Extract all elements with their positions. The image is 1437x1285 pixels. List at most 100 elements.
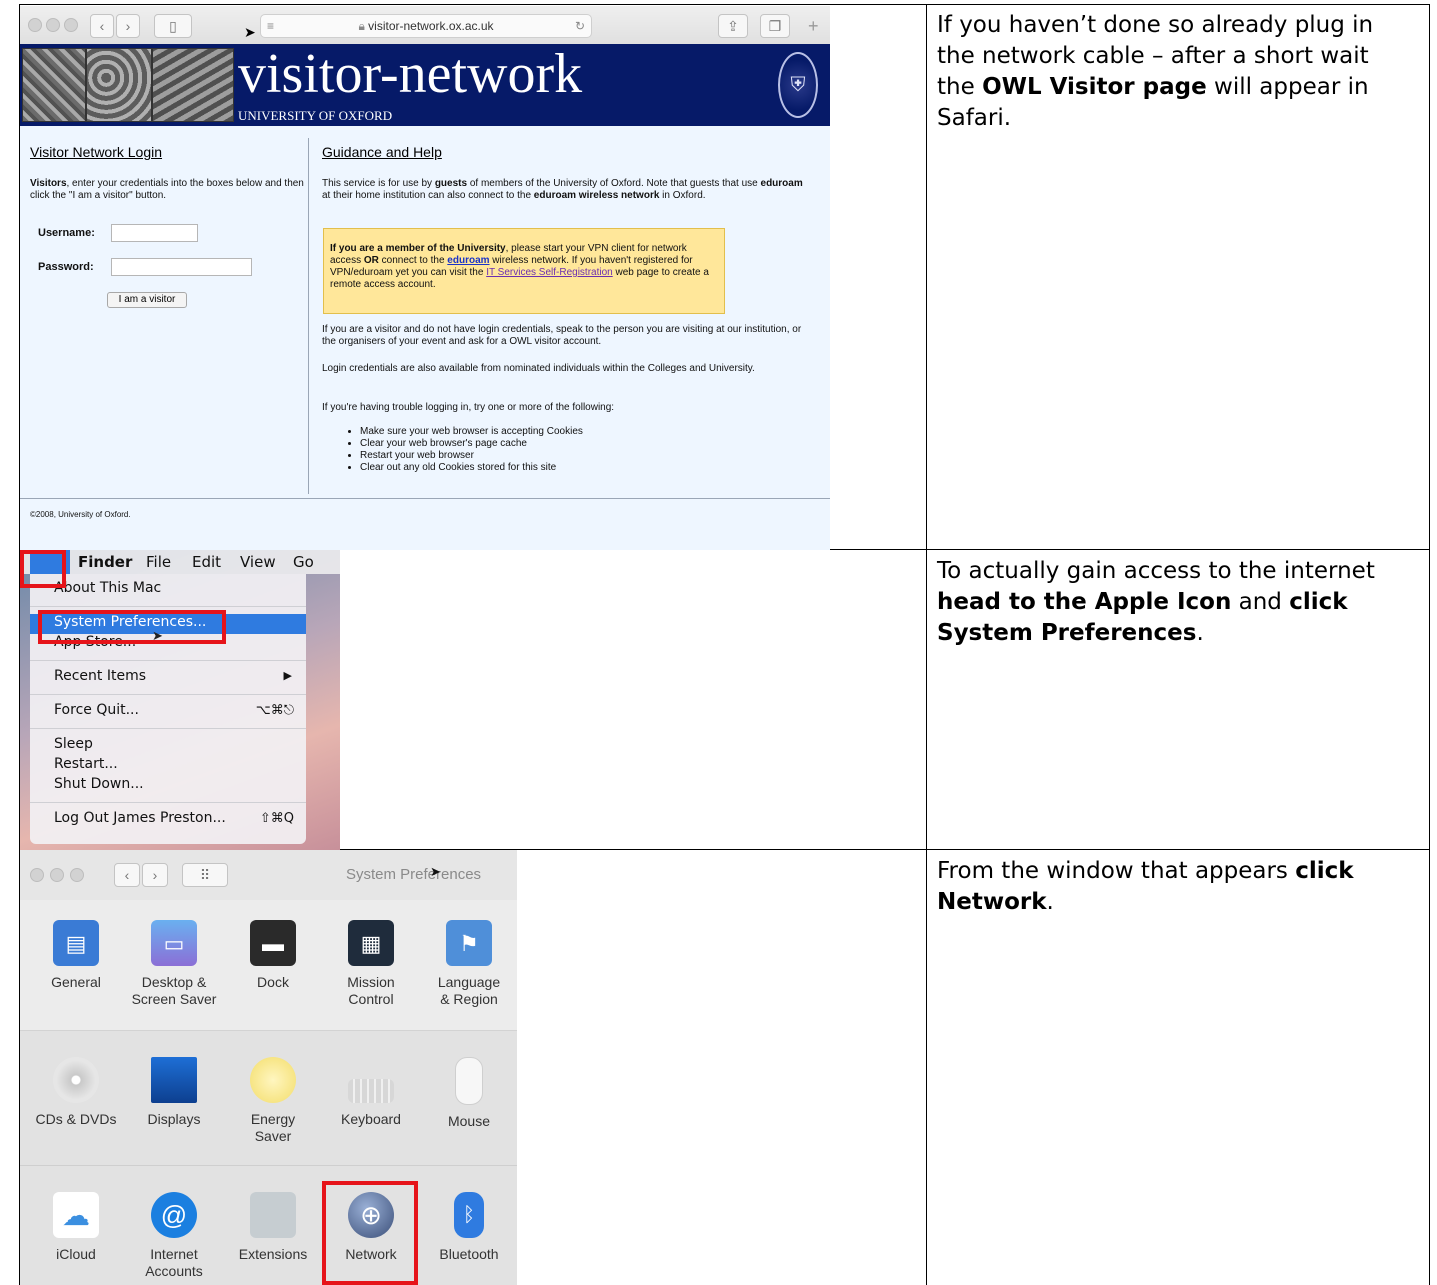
pref-icloud[interactable]: ☁ iCloud xyxy=(26,1192,126,1263)
disc-icon xyxy=(53,1057,99,1103)
display-icon xyxy=(151,1057,197,1103)
pref-extensions[interactable]: Extensions xyxy=(223,1192,323,1263)
menu-separator xyxy=(30,802,306,803)
zoom-window-button[interactable] xyxy=(70,868,84,882)
banner-subtitle: UNIVERSITY OF OXFORD xyxy=(238,108,393,123)
plus-icon: + xyxy=(808,16,819,36)
dock-icon: ▬ xyxy=(250,920,296,966)
zoom-window-button[interactable] xyxy=(64,18,78,32)
menu-finder[interactable]: Finder xyxy=(78,550,132,574)
eduroam-link[interactable]: eduroam xyxy=(447,255,489,266)
login-intro: Visitors, enter your credentials into th… xyxy=(30,178,304,201)
menu-item-shut-down[interactable]: Shut Down... xyxy=(54,776,144,792)
reload-icon[interactable]: ↻ xyxy=(575,15,585,37)
pref-displays[interactable]: Displays xyxy=(124,1057,224,1128)
menu-separator xyxy=(30,660,306,661)
url-text: visitor-network.ox.ac.uk xyxy=(368,19,494,33)
pref-mouse[interactable]: Mouse xyxy=(419,1057,517,1130)
footer-divider xyxy=(20,498,830,499)
pref-language-region[interactable]: ⚑ Language & Region xyxy=(419,920,517,1008)
force-quit-shortcut: ⌥⌘⎋ xyxy=(255,703,294,718)
bluetooth-icon: ᛒ xyxy=(454,1192,484,1238)
table-border-top xyxy=(19,4,1430,5)
pref-cds-dvds[interactable]: CDs & DVDs xyxy=(26,1057,126,1128)
tabs-icon: ❐ xyxy=(768,18,782,34)
menu-view[interactable]: View xyxy=(240,550,276,574)
menu-edit[interactable]: Edit xyxy=(192,550,221,574)
back-button[interactable]: ‹ xyxy=(90,14,114,38)
step-3-text: From the window that appears click Netwo… xyxy=(937,858,1354,915)
menu-item-force-quit[interactable]: Force Quit... xyxy=(54,702,139,718)
troubleshooting-list: Make sure your web browser is accepting … xyxy=(342,426,800,474)
close-window-button[interactable] xyxy=(30,868,44,882)
guidance-paragraph-3: Login credentials are also available fro… xyxy=(322,363,755,374)
minimize-window-button[interactable] xyxy=(50,868,64,882)
table-border-middle xyxy=(926,4,927,1285)
banner-photo-3 xyxy=(152,48,234,122)
list-item: Restart your web browser xyxy=(360,450,800,462)
sidebar-button[interactable]: ▯ xyxy=(154,14,192,38)
close-window-button[interactable] xyxy=(28,18,42,32)
pref-mission-control[interactable]: ▦ Mission Control xyxy=(321,920,421,1008)
chevron-right-icon: › xyxy=(152,867,158,883)
self-registration-link[interactable]: IT Services Self-Registration xyxy=(486,267,613,278)
keyboard-icon xyxy=(348,1079,394,1103)
banner-title: visitor-network xyxy=(238,43,583,105)
minimize-window-button[interactable] xyxy=(46,18,60,32)
tabs-button[interactable]: ❐ xyxy=(760,14,790,38)
menu-item-sleep[interactable]: Sleep xyxy=(54,736,93,752)
forward-button[interactable]: › xyxy=(116,14,140,38)
chevron-left-icon: ‹ xyxy=(99,18,105,34)
pref-energy-saver[interactable]: Energy Saver xyxy=(223,1057,323,1145)
step-2-text: To actually gain access to the internet … xyxy=(937,558,1375,646)
pref-internet-accounts[interactable]: @ Internet Accounts xyxy=(124,1192,224,1280)
new-tab-button[interactable]: + xyxy=(808,16,819,37)
mouse-cursor-icon: ➤ xyxy=(152,628,163,643)
menu-item-recent-items[interactable]: Recent Items xyxy=(54,668,146,684)
list-item: Clear out any old Cookies stored for thi… xyxy=(360,462,800,474)
mission-control-icon: ▦ xyxy=(348,920,394,966)
log-out-shortcut: ⇧⌘Q xyxy=(259,811,294,826)
pref-keyboard[interactable]: Keyboard xyxy=(321,1057,421,1128)
safari-toolbar: ‹ › ▯ ≡ 🔒︎ visitor-network.ox.ac.uk ↻ ⇪ … xyxy=(20,6,830,45)
oxford-banner: visitor-network UNIVERSITY OF OXFORD ⛨ xyxy=(20,43,830,126)
show-all-button[interactable]: ⠿ xyxy=(182,863,228,887)
table-border-right xyxy=(1429,4,1430,1285)
pref-desktop-screen-saver[interactable]: ▭ Desktop & Screen Saver xyxy=(124,920,224,1008)
desktop-icon: ▭ xyxy=(151,920,197,966)
menu-item-log-out[interactable]: Log Out James Preston... xyxy=(54,810,226,826)
pref-bluetooth[interactable]: ᛒ Bluetooth xyxy=(419,1192,517,1263)
pref-dock[interactable]: ▬ Dock xyxy=(223,920,323,991)
at-sign-icon: @ xyxy=(151,1192,197,1238)
pref-general[interactable]: ▤ General xyxy=(26,920,126,991)
menu-separator xyxy=(30,728,306,729)
system-preferences-highlight-box xyxy=(38,610,226,644)
address-bar[interactable]: ≡ 🔒︎ visitor-network.ox.ac.uk ↻ xyxy=(260,14,592,38)
username-input[interactable] xyxy=(111,224,198,242)
banner-photo-2 xyxy=(86,48,152,122)
puzzle-icon xyxy=(250,1192,296,1238)
forward-button[interactable]: › xyxy=(142,863,168,887)
lightbulb-icon xyxy=(250,1057,296,1103)
menu-go[interactable]: Go xyxy=(293,550,314,574)
apple-menu-screenshot: Finder File Edit View Go About This Mac … xyxy=(20,550,340,850)
lock-icon: 🔒︎ xyxy=(358,19,365,33)
menu-separator xyxy=(30,606,306,607)
network-highlight-box xyxy=(322,1181,418,1285)
menu-item-restart[interactable]: Restart... xyxy=(54,756,118,772)
menu-item-about[interactable]: About This Mac xyxy=(54,580,161,596)
submenu-arrow-icon: ▶ xyxy=(283,669,292,682)
menu-separator xyxy=(30,694,306,695)
share-icon: ⇪ xyxy=(727,18,739,34)
reader-icon: ≡ xyxy=(267,19,275,33)
menu-file[interactable]: File xyxy=(146,550,171,574)
back-button[interactable]: ‹ xyxy=(114,863,140,887)
share-button[interactable]: ⇪ xyxy=(718,14,748,38)
chevron-left-icon: ‹ xyxy=(124,867,130,883)
password-input[interactable] xyxy=(111,258,252,276)
oxford-crest-icon: ⛨ xyxy=(778,52,818,118)
i-am-a-visitor-button[interactable]: I am a visitor xyxy=(107,292,187,308)
cloud-icon: ☁ xyxy=(53,1192,99,1238)
guidance-heading: Guidance and Help xyxy=(322,144,442,160)
password-label: Password: xyxy=(38,261,94,273)
